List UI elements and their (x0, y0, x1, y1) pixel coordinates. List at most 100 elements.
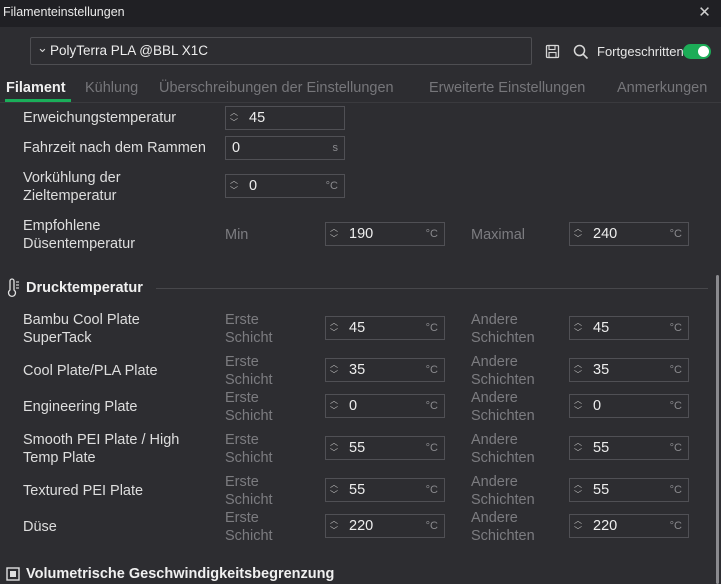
ramming-time-label: Fahrzeit nach dem Rammen (23, 140, 206, 156)
other-layers-temp-input[interactable]: ︿ ﹀ 220 °C (569, 514, 689, 538)
unit-label: °C (669, 484, 682, 496)
first-layer-label: Erste (225, 474, 259, 490)
other-layers-label: Andere (471, 312, 518, 328)
first-layer-temp-input[interactable]: ︿ ﹀ 55 °C (325, 436, 445, 460)
first-layer-temp-input[interactable]: ︿ ﹀ 55 °C (325, 478, 445, 502)
preset-dropdown[interactable]: ⌄ PolyTerra PLA @BBL X1C (30, 37, 532, 65)
tab-notes[interactable]: Anmerkungen (617, 80, 707, 96)
field-value: 0 (232, 140, 241, 156)
spin-arrows-icon[interactable]: ︿ ﹀ (329, 516, 339, 536)
plate-label-line1: Bambu Cool Plate (23, 312, 140, 328)
other-layers-label: Andere (471, 432, 518, 448)
tab-cooling[interactable]: Kühlung (85, 80, 138, 96)
spin-arrows-icon[interactable]: ︿ ﹀ (573, 224, 583, 244)
spin-arrows-icon[interactable]: ︿ ﹀ (573, 438, 583, 458)
search-icon[interactable] (573, 44, 589, 60)
spin-arrows-icon[interactable]: ︿ ﹀ (329, 224, 339, 244)
nozzle-max-label: Maximal (471, 227, 525, 243)
field-value: 0 (249, 178, 258, 194)
tab-overrides[interactable]: Überschreibungen der Einstellungen (159, 80, 394, 96)
unit-label: s (332, 142, 339, 154)
chevron-down-icon: ⌄ (37, 40, 48, 55)
other-layers-temp-input[interactable]: ︿ ﹀ 0 °C (569, 394, 689, 418)
first-layer-temp-input[interactable]: ︿ ﹀ 0 °C (325, 394, 445, 418)
scrollbar[interactable] (716, 275, 719, 584)
other-layers-temp-input[interactable]: ︿ ﹀ 55 °C (569, 478, 689, 502)
tab-bar: Filament Kühlung Überschreibungen der Ei… (0, 74, 721, 102)
unit-label: °C (669, 228, 682, 240)
other-layers-temp-input[interactable]: ︿ ﹀ 45 °C (569, 316, 689, 340)
unit-label: °C (669, 364, 682, 376)
field-value: 45 (349, 320, 366, 336)
other-layers-label: Schichten (471, 408, 535, 424)
spin-arrows-icon[interactable]: ︿ ﹀ (329, 360, 339, 380)
field-value: 35 (593, 362, 610, 378)
spin-arrows-icon[interactable]: ︿ ﹀ (229, 108, 239, 128)
spin-arrows-icon[interactable]: ︿ ﹀ (573, 516, 583, 536)
save-icon[interactable] (545, 44, 560, 59)
spin-arrows-icon[interactable]: ︿ ﹀ (573, 396, 583, 416)
unit-label: °C (669, 442, 682, 454)
other-layers-label: Andere (471, 474, 518, 490)
tab-advanced[interactable]: Erweiterte Einstellungen (429, 80, 585, 96)
unit-label: °C (425, 520, 438, 532)
precool-label-line1: Vorkühlung der (23, 170, 121, 186)
plate-label-line2: SuperTack (23, 330, 92, 346)
close-icon[interactable]: ✕ (688, 0, 721, 27)
advanced-label: Fortgeschritten (597, 44, 684, 59)
advanced-toggle[interactable] (683, 44, 711, 59)
preset-name: PolyTerra PLA @BBL X1C (50, 43, 209, 58)
first-layer-temp-input[interactable]: ︿ ﹀ 220 °C (325, 514, 445, 538)
spin-arrows-icon[interactable]: ︿ ﹀ (229, 176, 239, 196)
other-layers-label: Andere (471, 390, 518, 406)
field-value: 240 (593, 226, 618, 242)
first-layer-temp-input[interactable]: ︿ ﹀ 35 °C (325, 358, 445, 382)
other-layers-label: Schichten (471, 330, 535, 346)
field-value: 220 (349, 518, 374, 534)
first-layer-label: Erste (225, 390, 259, 406)
tab-filament[interactable]: Filament (6, 80, 66, 96)
first-layer-label: Schicht (225, 492, 273, 508)
spin-arrows-icon[interactable]: ︿ ﹀ (329, 396, 339, 416)
window-title: Filamenteinstellungen (3, 5, 125, 19)
unit-label: °C (425, 400, 438, 412)
nozzle-max-input[interactable]: ︿ ﹀ 240 °C (569, 222, 689, 246)
unit-label: °C (425, 322, 438, 334)
softening-temp-input[interactable]: ︿ ﹀ 45 (225, 106, 345, 130)
section-divider (156, 288, 708, 289)
toggle-knob (698, 46, 709, 57)
spin-arrows-icon[interactable]: ︿ ﹀ (329, 480, 339, 500)
ramming-time-input[interactable]: 0 s (225, 136, 345, 160)
unit-label: °C (425, 228, 438, 240)
other-layers-label: Schichten (471, 492, 535, 508)
unit-label: °C (669, 322, 682, 334)
unit-label: °C (669, 520, 682, 532)
first-layer-temp-input[interactable]: ︿ ﹀ 45 °C (325, 316, 445, 340)
other-layers-temp-input[interactable]: ︿ ﹀ 35 °C (569, 358, 689, 382)
field-value: 55 (349, 482, 366, 498)
speed-limit-icon (6, 567, 20, 581)
other-layers-label: Schichten (471, 372, 535, 388)
spin-arrows-icon[interactable]: ︿ ﹀ (329, 438, 339, 458)
spin-arrows-icon[interactable]: ︿ ﹀ (573, 480, 583, 500)
spin-arrows-icon[interactable]: ︿ ﹀ (573, 318, 583, 338)
unit-label: °C (425, 484, 438, 496)
plate-label-line1: Cool Plate/PLA Plate (23, 363, 158, 379)
title-bar: Filamenteinstellungen ✕ (0, 0, 721, 27)
precool-input[interactable]: ︿ ﹀ 0 °C (225, 174, 345, 198)
first-layer-label: Erste (225, 312, 259, 328)
tab-divider (0, 102, 721, 103)
field-value: 45 (249, 110, 266, 126)
spin-arrows-icon[interactable]: ︿ ﹀ (329, 318, 339, 338)
print-temp-section-title: Drucktemperatur (26, 280, 143, 296)
other-layers-label: Andere (471, 354, 518, 370)
unit-label: °C (425, 364, 438, 376)
first-layer-label: Schicht (225, 330, 273, 346)
plate-label-line1: Engineering Plate (23, 399, 138, 415)
nozzle-range-label-line2: Düsentemperatur (23, 236, 136, 252)
spin-arrows-icon[interactable]: ︿ ﹀ (573, 360, 583, 380)
other-layers-temp-input[interactable]: ︿ ﹀ 55 °C (569, 436, 689, 460)
other-layers-label: Schichten (471, 528, 535, 544)
field-value: 0 (349, 398, 358, 414)
nozzle-min-input[interactable]: ︿ ﹀ 190 °C (325, 222, 445, 246)
